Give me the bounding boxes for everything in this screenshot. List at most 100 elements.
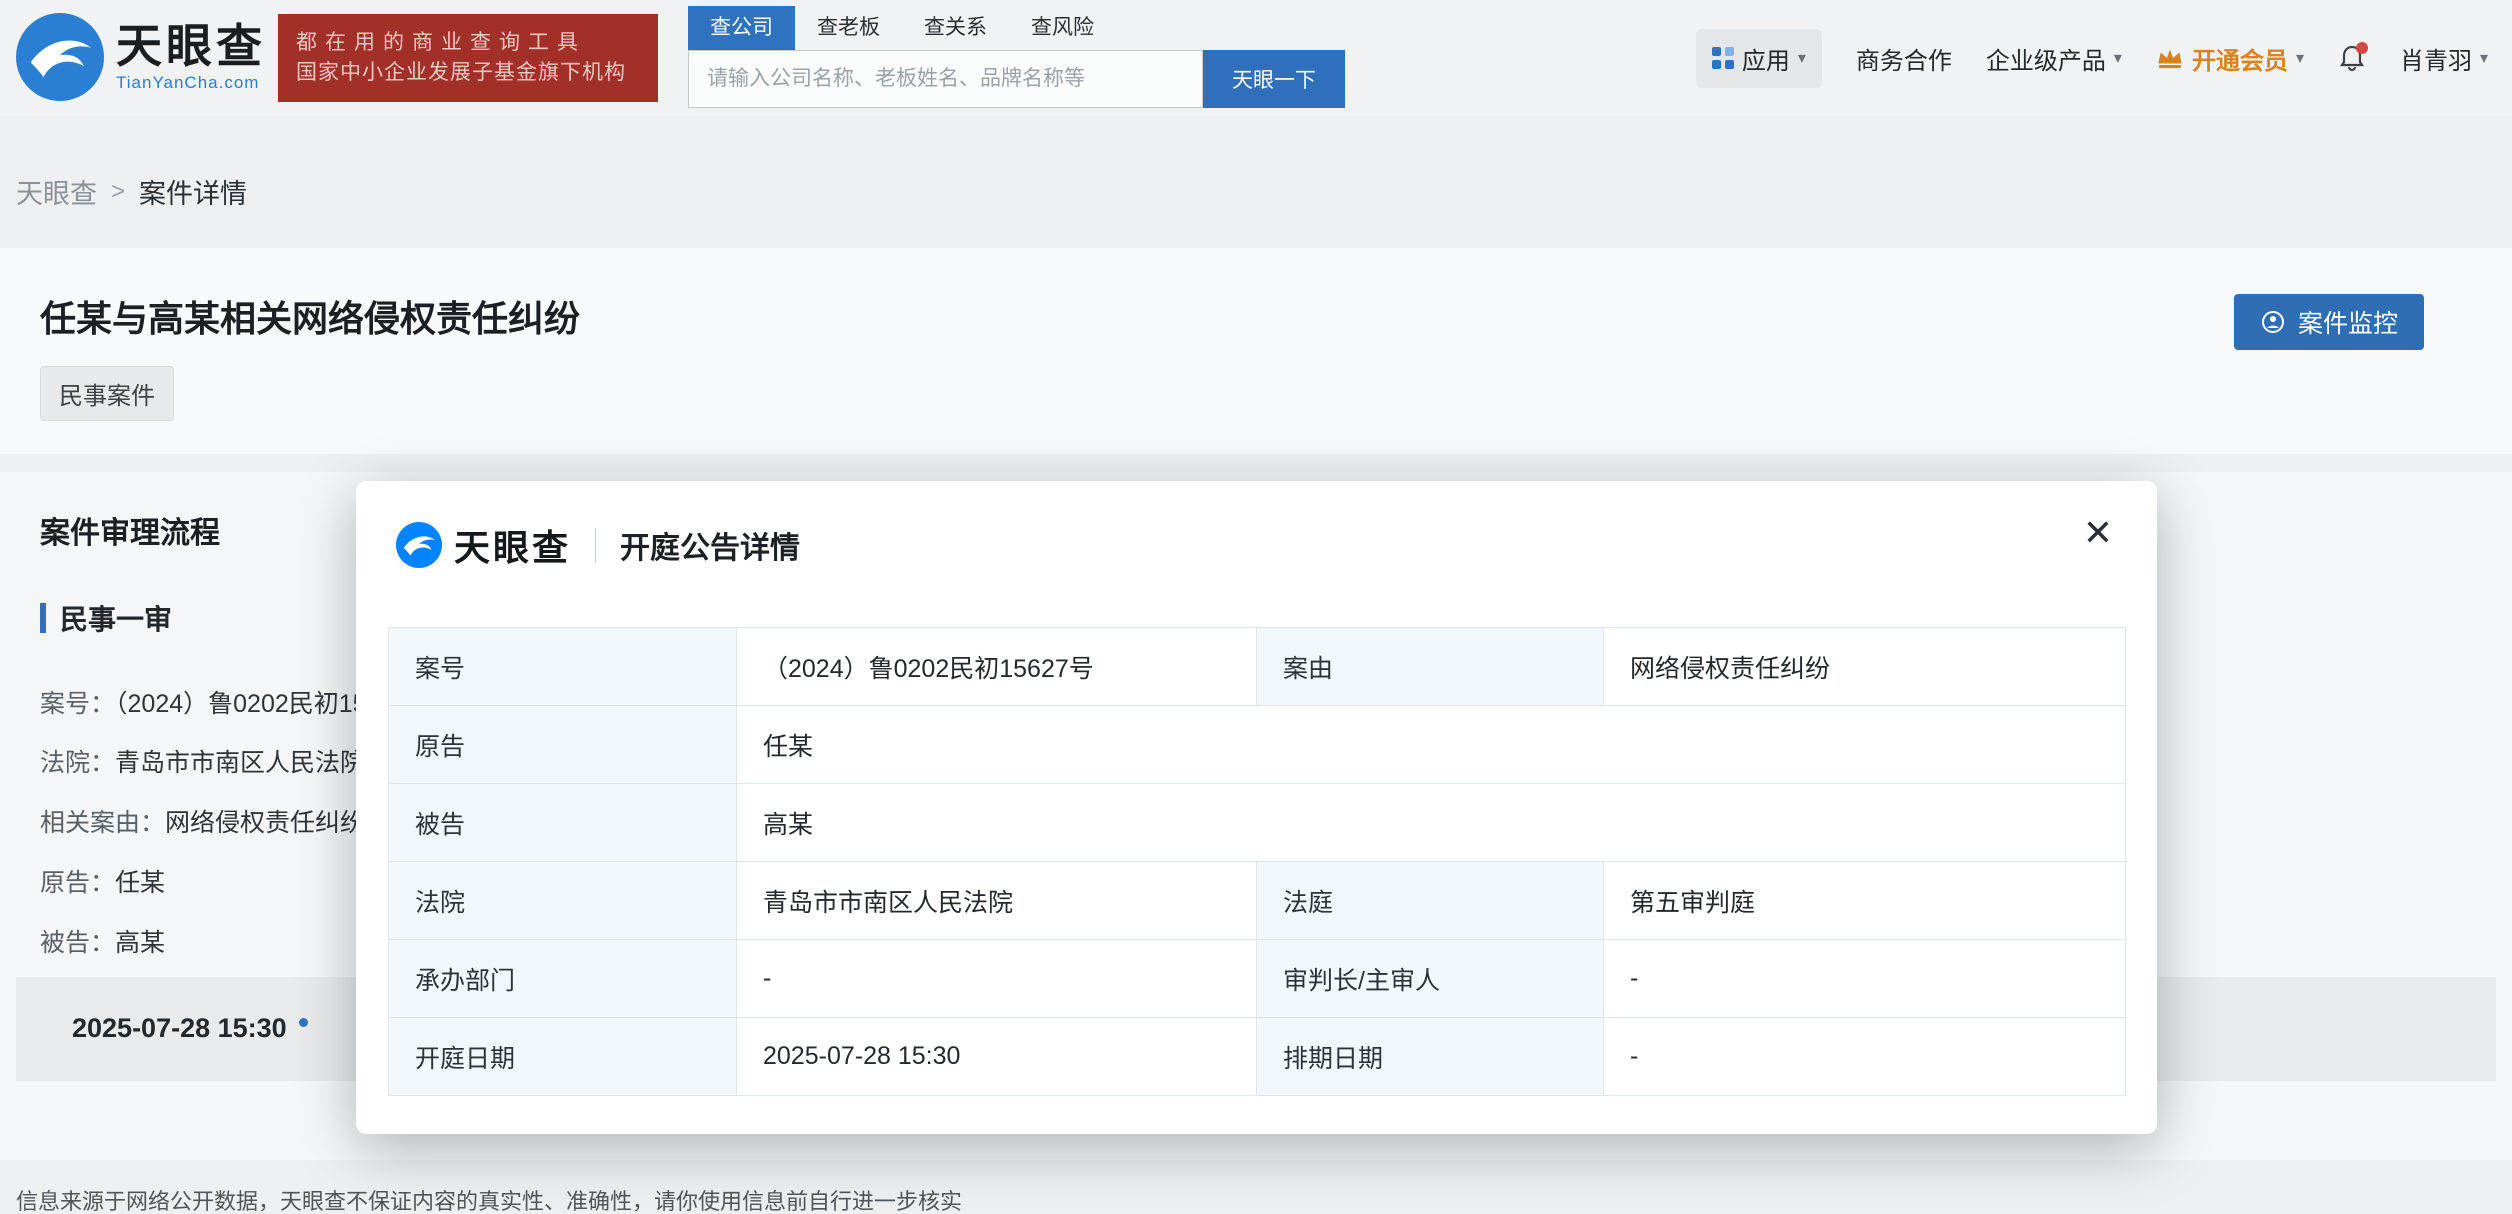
- promo-banner: 都在用的商业查询工具 国家中小企业发展子基金旗下机构: [278, 14, 658, 102]
- cell-label: 原告: [389, 706, 737, 784]
- search-tab-boss[interactable]: 查老板: [795, 6, 902, 50]
- field-defendant: 被告：高某: [40, 923, 165, 959]
- top-header: 天眼查 TianYanCha.com 都在用的商业查询工具 国家中小企业发展子基…: [0, 0, 2512, 116]
- username: 肖青羽: [2400, 41, 2472, 76]
- cell-value: 网络侵权责任纠纷: [1604, 628, 2126, 706]
- nav-user-menu[interactable]: 肖青羽 ▾: [2400, 41, 2488, 76]
- page: 天眼查 TianYanCha.com 都在用的商业查询工具 国家中小企业发展子基…: [0, 0, 2512, 1214]
- cell-value: （2024）鲁0202民初15627号: [737, 628, 1257, 706]
- cell-label: 案由: [1257, 628, 1604, 706]
- field-cause: 相关案由：网络侵权责任纠纷: [40, 803, 365, 839]
- cell-label: 案号: [389, 628, 737, 706]
- brand-name: 天眼查: [116, 20, 266, 72]
- search-tab-company[interactable]: 查公司: [688, 6, 795, 50]
- cell-label: 审判长/主审人: [1257, 940, 1604, 1018]
- cell-value: 青岛市市南区人民法院: [737, 862, 1257, 940]
- notification-dot: [2356, 42, 2368, 54]
- promo-banner-line1: 都在用的商业查询工具: [296, 28, 640, 58]
- field-value: 青岛市市南区人民法院: [115, 749, 365, 777]
- breadcrumb-home[interactable]: 天眼查: [16, 172, 97, 211]
- case-monitor-label: 案件监控: [2298, 304, 2398, 340]
- modal-title: 开庭公告详情: [620, 523, 800, 567]
- timeline-dot: [299, 1018, 308, 1027]
- timeline-date-text: 2025-07-28 15:30: [72, 1013, 287, 1043]
- crown-icon: [2156, 46, 2184, 70]
- cell-value: 第五审判庭: [1604, 862, 2126, 940]
- case-monitor-button[interactable]: 案件监控: [2234, 294, 2424, 350]
- chevron-down-icon: ▾: [2480, 48, 2488, 68]
- search-tab-relation[interactable]: 查关系: [902, 6, 1009, 50]
- modal-header: 天眼查 开庭公告详情: [396, 519, 800, 571]
- field-label: 被告：: [40, 929, 115, 957]
- field-label: 案号：: [40, 690, 115, 718]
- stage-tab-civil-first-instance[interactable]: 民事一审: [40, 598, 172, 638]
- cell-value: -: [737, 940, 1257, 1018]
- cell-label: 排期日期: [1257, 1018, 1604, 1096]
- timeline-date: 2025-07-28 15:30: [72, 1013, 308, 1044]
- field-plaintiff: 原告：任某: [40, 863, 165, 899]
- cell-value: 高某: [737, 784, 2126, 862]
- notification-bell[interactable]: [2338, 44, 2366, 72]
- nav-apps[interactable]: 应用 ▾: [1696, 29, 1822, 88]
- cell-value: 2025-07-28 15:30: [737, 1018, 1257, 1096]
- field-value: 网络侵权责任纠纷: [165, 809, 365, 837]
- cell-label: 法庭: [1257, 862, 1604, 940]
- brand-domain: TianYanCha.com: [116, 72, 266, 94]
- hearing-detail-table: 案号 （2024）鲁0202民初15627号 案由 网络侵权责任纠纷 原告 任某…: [388, 627, 2126, 1096]
- hearing-announcement-modal: 天眼查 开庭公告详情 ✕ 案号 （2024）鲁0202民初15627号 案由 网…: [356, 481, 2157, 1134]
- case-type-badge: 民事案件: [40, 366, 174, 421]
- header-nav: 应用 ▾ 商务合作 企业级产品 ▾ 开通会员 ▾: [1696, 0, 2488, 116]
- nav-enterprise-products[interactable]: 企业级产品 ▾: [1986, 41, 2122, 76]
- table-row: 原告 任某: [389, 706, 2126, 784]
- cell-value: -: [1604, 940, 2126, 1018]
- nav-business-label: 商务合作: [1856, 41, 1952, 76]
- field-label: 相关案由：: [40, 809, 165, 837]
- modal-brand: 天眼查: [454, 519, 571, 571]
- tianyancha-logo-icon: [396, 522, 442, 568]
- search-row: 天眼一下: [688, 50, 1345, 108]
- divider: [595, 528, 596, 562]
- disclaimer: 信息来源于网络公开数据，天眼查不保证内容的真实性、准确性，请你使用信息前自行进一…: [16, 1184, 962, 1214]
- search-button[interactable]: 天眼一下: [1203, 50, 1345, 108]
- field-label: 原告：: [40, 869, 115, 897]
- nav-business-cooperation[interactable]: 商务合作: [1856, 41, 1952, 76]
- cell-label: 开庭日期: [389, 1018, 737, 1096]
- breadcrumb-separator-icon: >: [111, 178, 125, 206]
- nav-vip-membership[interactable]: 开通会员 ▾: [2156, 41, 2304, 76]
- tianyancha-logo[interactable]: 天眼查 TianYanCha.com: [16, 13, 266, 101]
- field-court: 法院：青岛市市南区人民法院: [40, 743, 365, 779]
- nav-enterprise-label: 企业级产品: [1986, 41, 2106, 76]
- cell-label: 法院: [389, 862, 737, 940]
- table-row: 法院 青岛市市南区人民法院 法庭 第五审判庭: [389, 862, 2126, 940]
- logo-text: 天眼查 TianYanCha.com: [116, 20, 266, 94]
- table-row: 开庭日期 2025-07-28 15:30 排期日期 -: [389, 1018, 2126, 1096]
- page-title: 任某与高某相关网络侵权责任纠纷: [40, 290, 580, 342]
- search-input[interactable]: [688, 50, 1203, 108]
- case-monitor-icon: [2260, 309, 2286, 335]
- nav-vip-label: 开通会员: [2192, 41, 2288, 76]
- cell-label: 承办部门: [389, 940, 737, 1018]
- table-row: 被告 高某: [389, 784, 2126, 862]
- field-value: 任某: [115, 869, 165, 897]
- chevron-down-icon: ▾: [2296, 48, 2304, 68]
- cell-value: -: [1604, 1018, 2126, 1096]
- tianyancha-logo-icon: [16, 13, 104, 101]
- close-icon[interactable]: ✕: [2083, 515, 2113, 551]
- field-label: 法院：: [40, 749, 115, 777]
- case-header-card: 任某与高某相关网络侵权责任纠纷 民事案件 案件监控: [0, 248, 2512, 454]
- breadcrumb: 天眼查 > 案件详情: [16, 172, 247, 211]
- apps-grid-icon: [1712, 47, 1734, 69]
- stage-label: 民事一审: [60, 598, 172, 638]
- cell-value: 任某: [737, 706, 2126, 784]
- chevron-down-icon: ▾: [1798, 48, 1806, 68]
- stage-accent-bar: [40, 603, 46, 633]
- table-row: 案号 （2024）鲁0202民初15627号 案由 网络侵权责任纠纷: [389, 628, 2126, 706]
- section-title: 案件审理流程: [40, 508, 220, 552]
- promo-banner-line2: 国家中小企业发展子基金旗下机构: [296, 58, 640, 88]
- chevron-down-icon: ▾: [2114, 48, 2122, 68]
- search-area: 查公司 查老板 查关系 查风险 天眼一下: [688, 6, 1345, 108]
- table-row: 承办部门 - 审判长/主审人 -: [389, 940, 2126, 1018]
- search-tab-risk[interactable]: 查风险: [1009, 6, 1116, 50]
- search-tabs: 查公司 查老板 查关系 查风险: [688, 6, 1345, 50]
- nav-apps-label: 应用: [1742, 41, 1790, 76]
